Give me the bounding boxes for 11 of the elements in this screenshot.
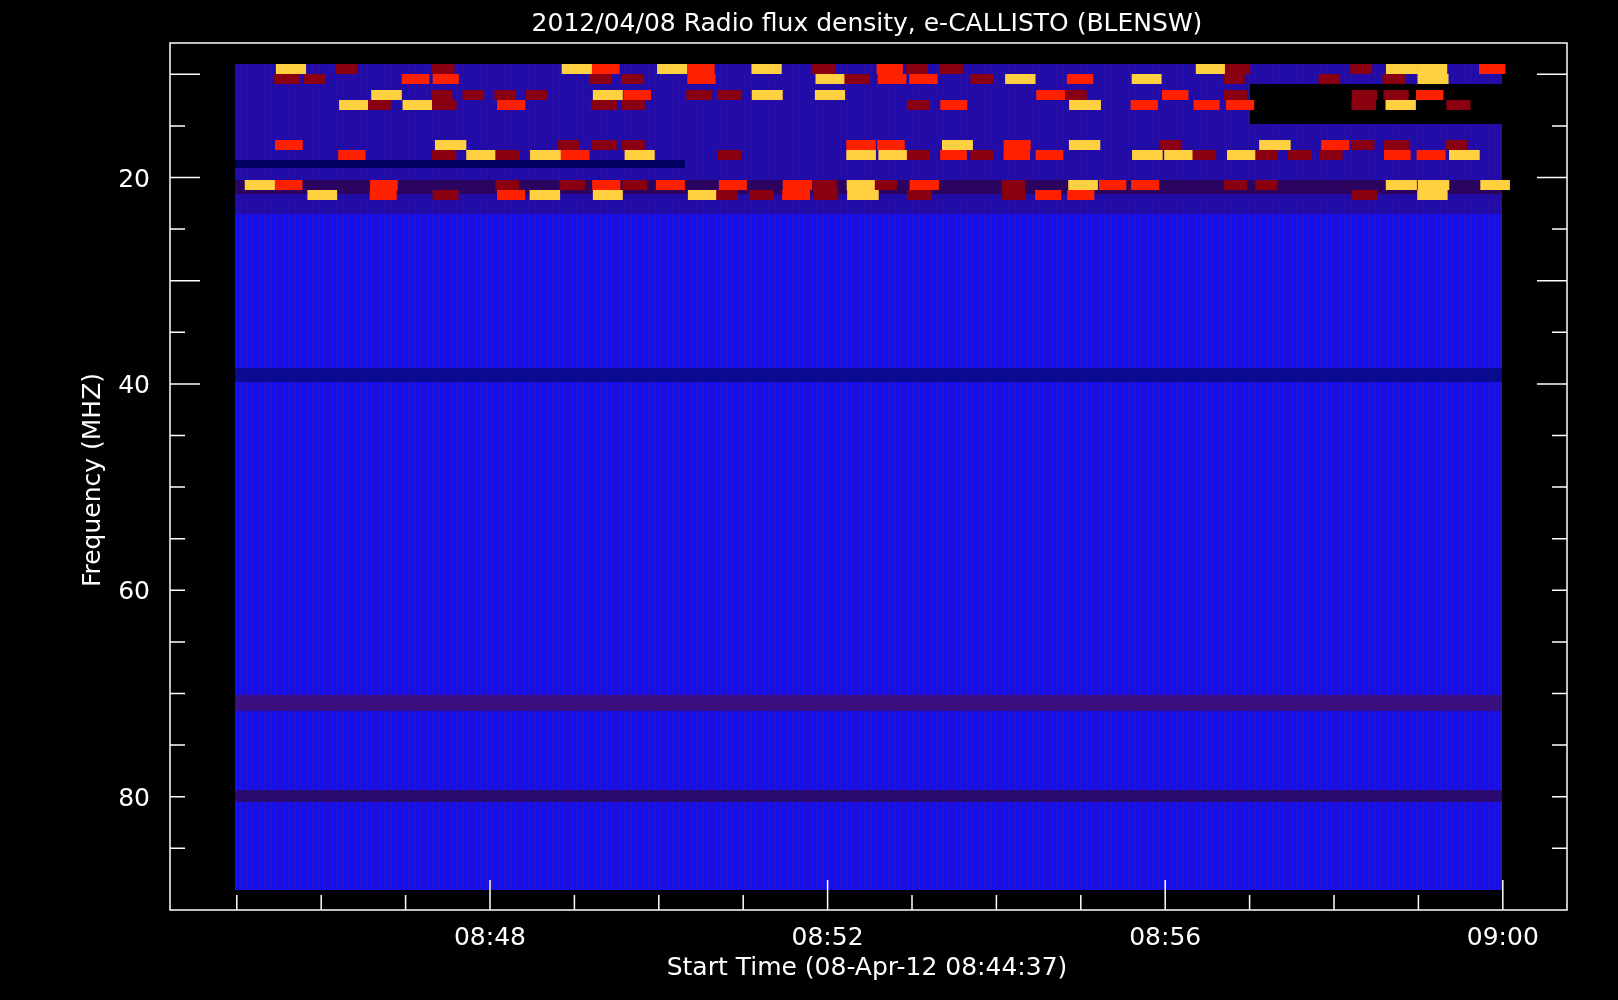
x-tick-label: 09:00 (1466, 922, 1539, 951)
y-tick-label: 20 (118, 163, 150, 193)
x-tick-label: 08:52 (791, 922, 864, 951)
x-axis-label: Start Time (08-Apr-12 08:44:37) (666, 952, 1068, 981)
x-tick-label: 08:56 (1129, 922, 1202, 951)
y-tick-label: 60 (118, 576, 150, 606)
y-tick-label: 40 (118, 369, 150, 399)
plot-title: 2012/04/08 Radio flux density, e-CALLISTO (BLENSW) (531, 8, 1203, 37)
x-tick-label: 08:48 (454, 922, 526, 951)
y-tick-label: 80 (118, 782, 150, 812)
y-axis-label: Frequency (MHZ) (77, 372, 106, 588)
